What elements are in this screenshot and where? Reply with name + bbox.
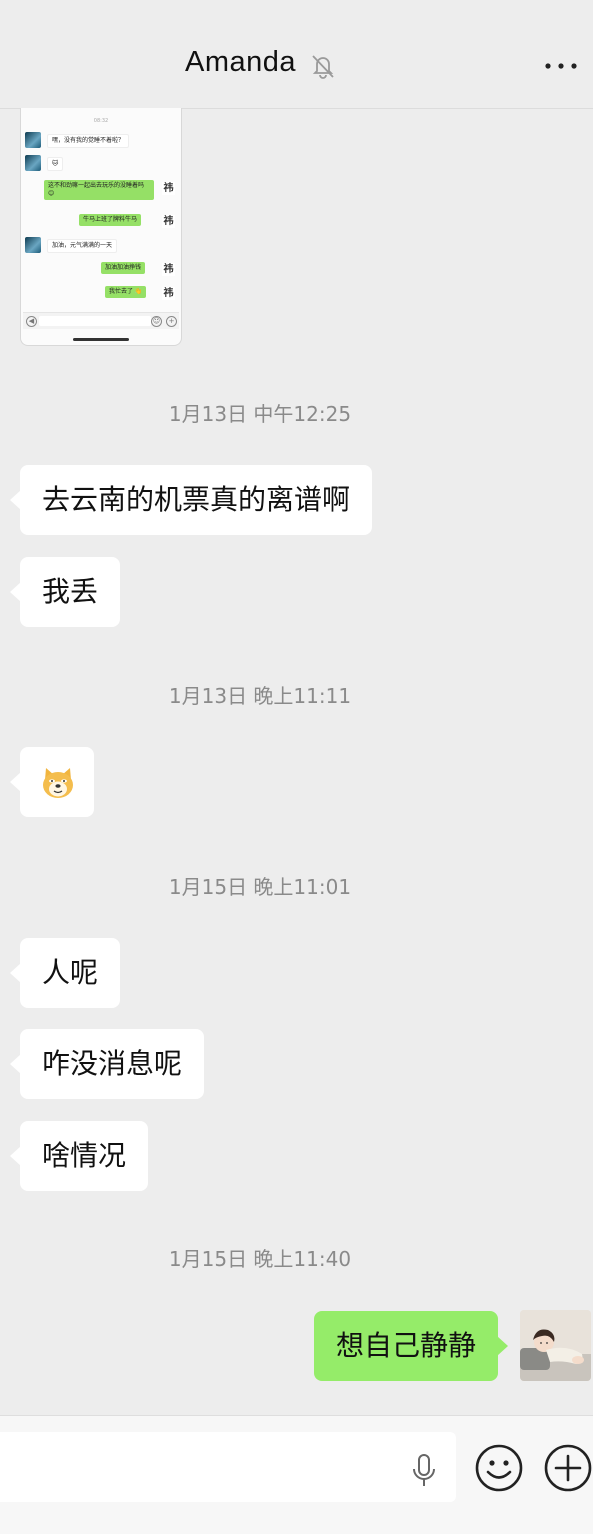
emoji-icon[interactable] (474, 1443, 524, 1493)
shot-home-indicator (73, 338, 129, 341)
shared-screenshot-image[interactable]: 08:32 嘿，没有我的觉睡不着啦？ 🐱 这不和劲嘛一起出去玩乐的没睡着吗 😊 … (20, 108, 182, 346)
shot-message: 嘿，没有我的觉睡不着啦？ (47, 134, 130, 148)
plus-icon[interactable] (542, 1443, 593, 1493)
shot-message: 🐱 (47, 157, 64, 171)
more-dots-icon[interactable] (543, 58, 579, 74)
incoming-message[interactable]: 啥情况 (9, 1121, 149, 1191)
timestamp: 1月13日 晚上11:11 (168, 684, 352, 708)
timestamp: 1月13日 中午12:25 (168, 402, 352, 426)
shot-time: 08:32 (93, 118, 109, 124)
chat-header: Amanda (0, 0, 593, 109)
incoming-message[interactable]: 我丢 (9, 557, 121, 627)
shot-avatar (25, 155, 41, 171)
avatar-illustration-icon (520, 1310, 591, 1381)
shot-my-avatar: 祎 (162, 182, 175, 195)
avatar[interactable] (520, 1310, 591, 1381)
timestamp: 1月15日 晚上11:01 (168, 875, 352, 899)
incoming-message[interactable]: 人呢 (9, 938, 121, 1008)
shot-input-bar: ◀ ☺ + (23, 312, 179, 329)
doge-emoji-icon (43, 768, 73, 798)
shot-message: 我忙去了 👋 (105, 286, 147, 298)
incoming-message[interactable]: 咋没消息呢 (9, 1029, 205, 1099)
microphone-icon[interactable] (410, 1453, 438, 1489)
outgoing-message[interactable]: 想自己静静 (314, 1311, 509, 1381)
shot-message: 牛马上班了牌料牛马 (79, 214, 142, 226)
shot-voice-icon: ◀ (26, 316, 37, 327)
shot-avatar (25, 237, 41, 253)
incoming-sticker-message[interactable] (10, 747, 94, 817)
input-bar (0, 1415, 593, 1534)
shot-emoji-icon: ☺ (151, 316, 162, 327)
chat-title: Amanda (185, 46, 297, 78)
shot-avatar (25, 132, 41, 148)
shot-my-avatar: 祎 (162, 287, 175, 300)
shot-input-field (39, 316, 151, 326)
message-input[interactable] (0, 1432, 456, 1502)
shot-message: 加油，元气满满的一天 (47, 239, 118, 253)
shot-my-avatar: 祎 (162, 263, 175, 276)
shot-plus-icon: + (166, 316, 177, 327)
shot-message: 这不和劲嘛一起出去玩乐的没睡着吗 😊 (44, 180, 154, 200)
shot-message: 加油加油挣钱 (101, 262, 146, 274)
timestamp: 1月15日 晚上11:40 (168, 1247, 352, 1271)
shot-my-avatar: 祎 (162, 215, 175, 228)
incoming-message[interactable]: 去云南的机票真的离谱啊 (9, 465, 373, 535)
bell-off-icon (312, 55, 334, 79)
